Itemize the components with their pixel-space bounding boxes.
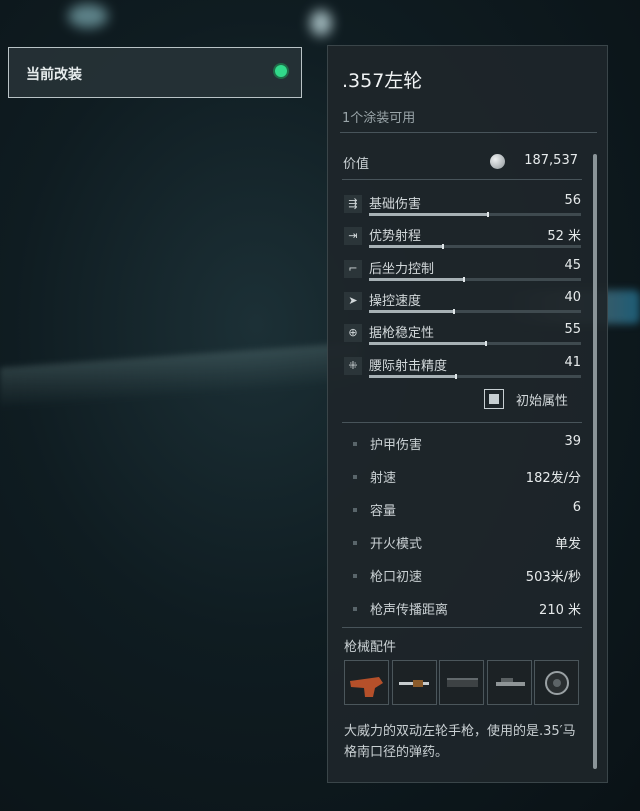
stat-row: ⌐ 后坐力控制 45 — [344, 258, 581, 290]
attribute-value: 503米/秒 — [525, 570, 581, 585]
bullet-icon — [353, 508, 357, 512]
attribute-row: 射速 182发/分 — [345, 467, 581, 487]
stat-bar-fill — [369, 213, 488, 216]
attribute-row: 开火模式 单发 — [345, 533, 581, 553]
stat-bar-fill — [369, 342, 486, 346]
attribute-value: 182发/分 — [525, 471, 581, 486]
damage-icon: ⇶ — [344, 195, 362, 213]
attribute-value: 210 米 — [539, 603, 581, 618]
attribute-row: 护甲伤害 39 — [345, 434, 581, 454]
stat-row: ⇶ 基础伤害 56 — [344, 193, 581, 225]
stat-bar-marker — [442, 244, 445, 250]
stat-value: 56 — [564, 193, 581, 208]
stat-bar-marker — [463, 276, 466, 282]
recoil-icon: ⌐ — [344, 259, 362, 278]
stat-label: 优势射程 — [369, 229, 422, 245]
stat-bar-marker — [454, 373, 457, 379]
divider — [342, 627, 582, 628]
value-label: 价值 — [343, 157, 370, 172]
value-amount: 187,537 — [524, 153, 578, 168]
attribute-row: 容量 6 — [345, 500, 581, 520]
rail-part-icon[interactable] — [439, 660, 484, 705]
stat-bar-marker — [486, 212, 489, 217]
cylinder-part-icon[interactable] — [534, 660, 579, 705]
attribute-row: 枪声传播距离 210 米 — [345, 599, 581, 619]
active-indicator-icon — [275, 65, 287, 77]
ceiling-light — [68, 4, 108, 28]
current-mod-label: 当前改装 — [26, 67, 82, 83]
attribute-label: 枪口初速 — [370, 570, 423, 585]
stat-bar-marker — [452, 308, 455, 314]
range-icon: ⇥ — [344, 227, 362, 246]
attribute-row: 枪口初速 503米/秒 — [345, 566, 581, 586]
coin-icon — [490, 154, 505, 169]
stat-row: ⇥ 优势射程 52 米 — [344, 225, 581, 257]
attribute-label: 枪声传播距离 — [370, 603, 449, 618]
grip-part-icon[interactable] — [344, 660, 389, 705]
stat-value: 41 — [564, 354, 581, 370]
divider — [340, 132, 597, 133]
handling-icon: ➤ — [344, 291, 362, 310]
parts-title: 枪械配件 — [344, 640, 397, 655]
stat-row: ⁜ 腰际射击精度 41 — [344, 355, 581, 387]
stat-bar-fill — [369, 277, 465, 281]
barrel-part-icon[interactable] — [391, 660, 437, 705]
ceiling-light — [310, 10, 332, 36]
attribute-label: 护甲伤害 — [370, 438, 423, 453]
attribute-value: 6 — [572, 500, 581, 515]
scrollbar[interactable] — [593, 154, 597, 769]
workbench-background — [0, 342, 360, 408]
weapon-info-panel: .357左轮 1个涂装可用 价值 187,537 ⇶ 基础伤害 56 ⇥ 优势射程 52 … — [327, 45, 608, 783]
stat-bar — [369, 341, 581, 347]
stat-bar — [369, 212, 581, 217]
stat-bar-marker — [484, 341, 487, 347]
attribute-label: 容量 — [370, 504, 397, 519]
stat-bar-fill — [369, 309, 454, 313]
stat-label: 操控速度 — [369, 293, 422, 309]
stat-bar-fill — [369, 374, 456, 378]
stat-bar — [369, 308, 581, 314]
stat-label: 腰际射击精度 — [369, 358, 448, 374]
stat-row: ⊕ 据枪稳定性 55 — [344, 322, 581, 354]
bullet-icon — [353, 574, 357, 578]
stat-value: 55 — [564, 322, 581, 338]
stat-value: 52 米 — [547, 229, 581, 245]
weapon-description: 大威力的双动左轮手枪，使用的是.35′马格南口径的弹药。 — [344, 724, 576, 760]
stat-label: 据枪稳定性 — [369, 326, 435, 342]
hipfire-icon: ⁜ — [344, 356, 362, 375]
stat-label: 基础伤害 — [369, 197, 422, 212]
stat-bar — [369, 244, 581, 250]
attribute-value: 单发 — [554, 537, 581, 552]
bullet-icon — [353, 607, 357, 611]
divider — [342, 422, 582, 423]
base-stats-label: 初始属性 — [516, 394, 569, 409]
scope-part-icon[interactable] — [486, 660, 532, 705]
bullet-icon — [353, 442, 357, 446]
current-mod-button[interactable]: 当前改装 — [8, 47, 302, 98]
stat-bar — [369, 373, 581, 379]
stat-value: 45 — [564, 257, 581, 273]
stat-row: ➤ 操控速度 40 — [344, 290, 581, 322]
attribute-label: 射速 — [370, 471, 397, 486]
stat-bar — [369, 276, 581, 282]
attribute-value: 39 — [564, 434, 581, 449]
bullet-icon — [353, 475, 357, 479]
checkbox-icon[interactable] — [484, 389, 504, 409]
divider — [342, 179, 582, 180]
weapon-name: .357左轮 — [342, 70, 423, 92]
skins-available[interactable]: 1个涂装可用 — [342, 107, 415, 126]
stat-value: 40 — [564, 289, 581, 305]
crosshair-icon: ⊕ — [344, 324, 362, 343]
stat-bar-fill — [369, 245, 444, 249]
stat-label: 后坐力控制 — [369, 261, 435, 277]
attribute-label: 开火模式 — [370, 537, 423, 552]
bullet-icon — [353, 541, 357, 545]
